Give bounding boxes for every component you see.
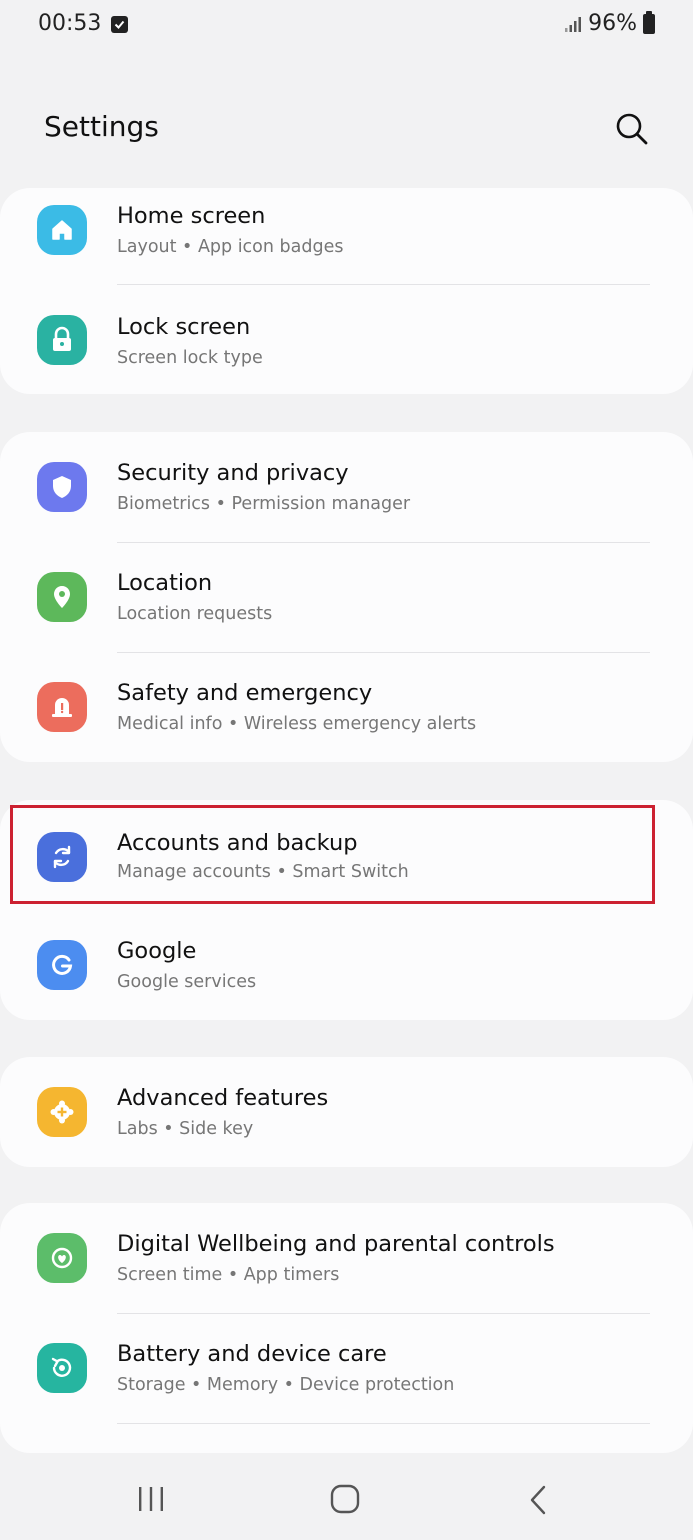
back-icon	[530, 1485, 546, 1515]
wellbeing-heart-icon	[37, 1233, 87, 1283]
home-icon	[37, 205, 87, 255]
settings-group: Home screen Layout • App icon badges Loc…	[0, 188, 693, 394]
settings-item-safety-emergency[interactable]: Safety and emergency Medical info • Wire…	[0, 652, 693, 762]
item-subtitle: Layout • App icon badges	[117, 237, 344, 257]
item-title: Digital Wellbeing and parental controls	[117, 1231, 555, 1257]
item-title: Google	[117, 938, 197, 964]
item-subtitle: Medical info • Wireless emergency alerts	[117, 714, 477, 734]
google-g-icon	[37, 940, 87, 990]
settings-item-lock-screen[interactable]: Lock screen Screen lock type	[0, 284, 693, 394]
item-title: Safety and emergency	[117, 680, 373, 706]
recents-button[interactable]	[137, 1486, 165, 1512]
item-subtitle: Google services	[117, 972, 257, 992]
item-subtitle: Labs • Side key	[117, 1119, 254, 1139]
item-title: Lock screen	[117, 314, 251, 340]
settings-group: Security and privacy Biometrics • Permis…	[0, 432, 693, 762]
shield-icon	[37, 462, 87, 512]
plus-gear-icon	[37, 1087, 87, 1137]
item-subtitle: Location requests	[117, 604, 273, 624]
divider	[117, 1423, 650, 1424]
item-title: Location	[117, 570, 213, 596]
settings-item-google[interactable]: Google Google services	[0, 910, 693, 1020]
lock-icon	[37, 315, 87, 365]
settings-item-security-privacy[interactable]: Security and privacy Biometrics • Permis…	[0, 432, 693, 542]
item-title: Home screen	[117, 203, 266, 229]
status-time: 00:53	[38, 11, 102, 36]
search-button[interactable]	[613, 110, 651, 148]
settings-group: Advanced features Labs • Side key	[0, 1057, 693, 1167]
item-subtitle: Storage • Memory • Device protection	[117, 1375, 455, 1395]
recents-icon	[139, 1487, 163, 1511]
settings-group: Digital Wellbeing and parental controls …	[0, 1203, 693, 1453]
settings-item-location[interactable]: Location Location requests	[0, 542, 693, 652]
item-title: Battery and device care	[117, 1341, 387, 1367]
home-button[interactable]	[330, 1484, 360, 1514]
settings-item-battery-device-care[interactable]: Battery and device care Storage • Memory…	[0, 1313, 693, 1423]
battery-percentage: 96%	[588, 11, 637, 36]
signal-icon	[565, 16, 582, 32]
item-title: Security and privacy	[117, 460, 349, 486]
search-icon	[616, 113, 648, 145]
status-indicators: 96%	[564, 10, 655, 36]
item-subtitle: Screen time • App timers	[117, 1265, 340, 1285]
item-subtitle: Screen lock type	[117, 348, 263, 368]
settings-item-advanced-features[interactable]: Advanced features Labs • Side key	[0, 1057, 693, 1167]
navigation-bar	[0, 1460, 693, 1540]
item-title: Advanced features	[117, 1085, 329, 1111]
location-pin-icon	[37, 572, 87, 622]
checkbox-notification-icon	[111, 16, 128, 33]
home-button-icon	[330, 1484, 360, 1514]
item-subtitle: Biometrics • Permission manager	[117, 494, 411, 514]
highlight-box	[10, 805, 655, 904]
back-button[interactable]	[527, 1484, 549, 1516]
battery-icon	[643, 10, 655, 34]
emergency-siren-icon	[37, 682, 87, 732]
status-bar: 00:53 96%	[0, 0, 693, 50]
settings-item-digital-wellbeing[interactable]: Digital Wellbeing and parental controls …	[0, 1203, 693, 1313]
device-care-icon	[37, 1343, 87, 1393]
settings-header: Settings	[44, 108, 653, 152]
settings-item-home-screen[interactable]: Home screen Layout • App icon badges	[0, 188, 693, 298]
page-title: Settings	[44, 110, 159, 143]
